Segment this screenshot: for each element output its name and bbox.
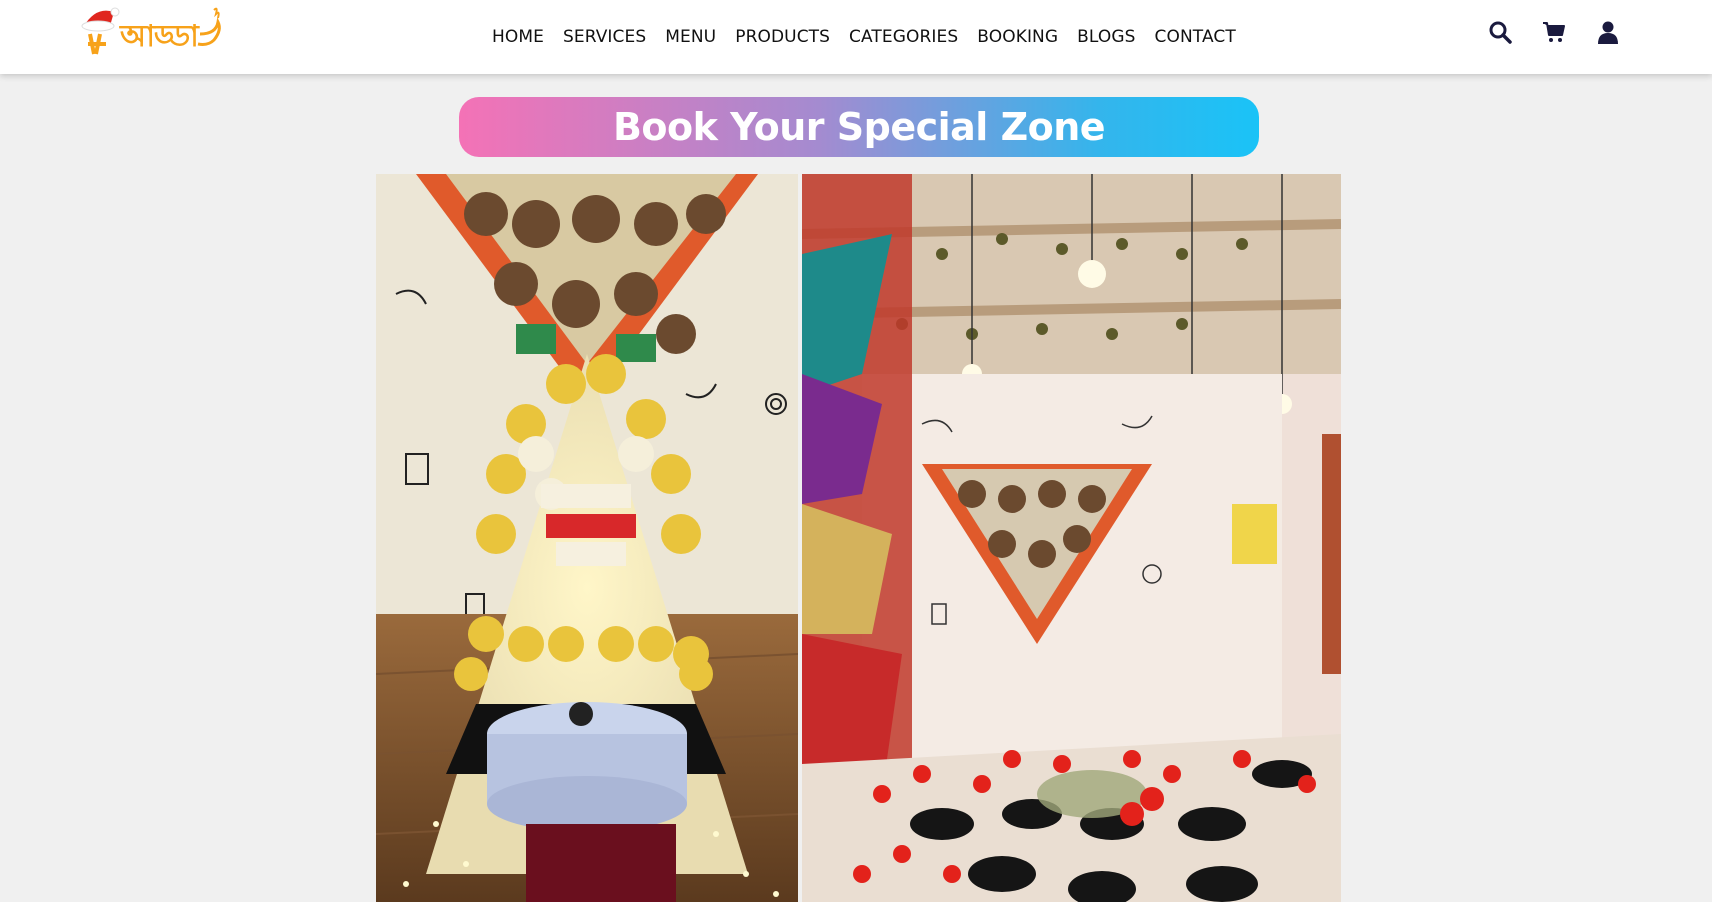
nav-menu[interactable]: MENU [665, 27, 716, 47]
nav-categories[interactable]: CATEGORIES [849, 27, 958, 47]
nav-contact[interactable]: CONTACT [1155, 27, 1236, 47]
brand-logo[interactable]: আড্ডা [80, 4, 240, 56]
party-room-with-balloons-photo [802, 174, 1341, 902]
nav-blogs[interactable]: BLOGS [1077, 27, 1135, 47]
main-nav: HOME SERVICES MENU PRODUCTS CATEGORIES B… [492, 22, 1236, 52]
banner-title: Book Your Special Zone [612, 105, 1106, 149]
site-header: আড্ডা HOME SERVICES MENU PRODUCTS CATEGO… [0, 0, 1712, 74]
user-icon[interactable] [1596, 20, 1620, 44]
birthday-tent-decoration-photo [376, 174, 798, 902]
nav-products[interactable]: PRODUCTS [735, 27, 830, 47]
brand-name: আড্ডা [120, 19, 199, 54]
nav-booking[interactable]: BOOKING [977, 27, 1058, 47]
search-icon[interactable] [1488, 20, 1512, 44]
nav-services[interactable]: SERVICES [563, 27, 646, 47]
header-actions [1488, 20, 1620, 44]
cart-icon[interactable] [1542, 20, 1566, 44]
nav-home[interactable]: HOME [492, 27, 544, 47]
booking-banner: Book Your Special Zone [459, 97, 1259, 157]
